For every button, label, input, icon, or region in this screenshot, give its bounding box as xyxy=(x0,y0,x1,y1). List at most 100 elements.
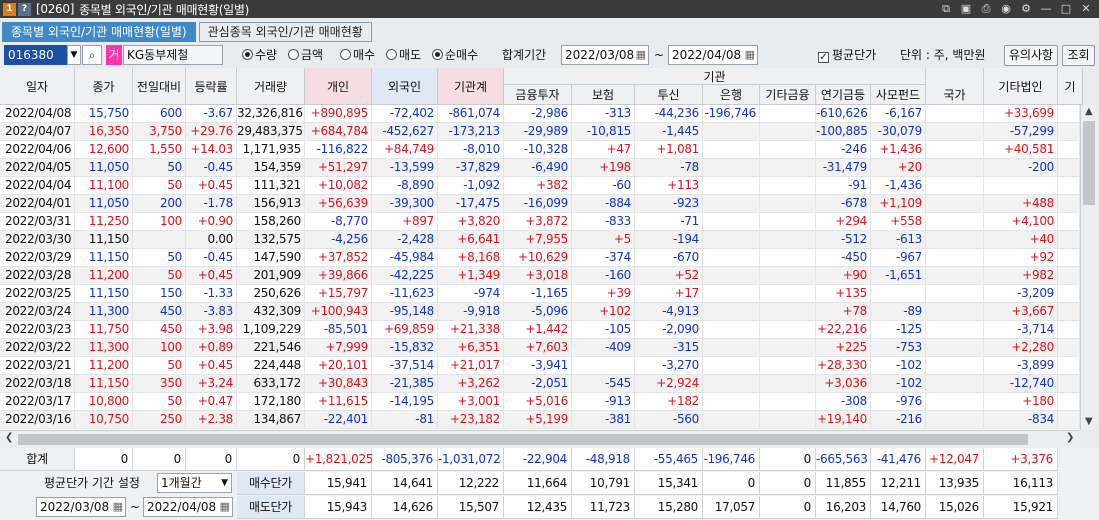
table-row[interactable]: 2022/03/30 11,150 0.00 132,575 -4,256 -2,428 +… xyxy=(0,231,1080,249)
col-foreign[interactable]: 외국인 xyxy=(372,68,438,105)
cell-individual: +684,784 xyxy=(305,123,372,141)
col-private-fund[interactable]: 사모펀드 xyxy=(871,85,926,105)
date-from-input[interactable]: 2022/03/08 ▦ xyxy=(561,45,649,65)
cell-financial-investment: -2,051 xyxy=(504,375,572,393)
col-volume[interactable]: 거래량 xyxy=(237,68,305,105)
col-other-financial[interactable]: 기타금융 xyxy=(760,85,816,105)
avg-period-select[interactable]: 1개월간 ▼ xyxy=(157,473,232,493)
scroll-right-icon[interactable]: ❯ xyxy=(1066,432,1074,443)
cell-nation xyxy=(926,303,984,321)
cell-bank xyxy=(703,249,760,267)
code-dropdown-button[interactable]: ▼ xyxy=(67,45,81,65)
query-button[interactable]: 조회 xyxy=(1062,45,1095,66)
cell-volume: 201,909 xyxy=(237,267,305,285)
col-bank[interactable]: 은행 xyxy=(703,85,760,105)
avg-date-from-input[interactable]: 2022/03/08 ▦ xyxy=(36,497,126,517)
cell-financial-investment: -2,986 xyxy=(504,105,572,123)
col-nation[interactable]: 국가 xyxy=(926,85,984,105)
link-icon[interactable]: ⧉ xyxy=(939,1,953,16)
radio-net-buy[interactable]: 순매수 xyxy=(432,47,478,63)
table-row[interactable]: 2022/03/31 11,250 100 +0.90 158,260 -8,770 +89… xyxy=(0,213,1080,231)
calendar-icon[interactable]: ▦ xyxy=(113,498,123,516)
search-icon[interactable]: ⌕ xyxy=(82,45,102,65)
stock-code-input[interactable]: 016380 xyxy=(4,45,68,65)
table-row[interactable]: 2022/03/24 11,300 450 -3.83 432,309 +100,943-… xyxy=(0,303,1080,321)
help-icon[interactable]: ? xyxy=(18,2,31,16)
horizontal-scrollbar[interactable]: ❮ ❯ xyxy=(0,430,1080,447)
col-close[interactable]: 종가 xyxy=(75,68,133,105)
cell-pension: +294 xyxy=(816,213,871,231)
table-row[interactable]: 2022/03/23 11,750 450 +3.98 1,109,229 -85,501… xyxy=(0,321,1080,339)
cell-private-fund: -125 xyxy=(871,321,926,339)
calendar-icon[interactable]: ▦ xyxy=(636,46,646,64)
radio-sell[interactable]: 매도 xyxy=(386,47,421,63)
table-row[interactable]: 2022/03/17 10,800 50 +0.47 172,180 +11,615 -14… xyxy=(0,393,1080,411)
vertical-scroll-thumb[interactable] xyxy=(1083,121,1095,205)
radio-quantity[interactable]: 수량 xyxy=(242,47,277,63)
table-row[interactable]: 2022/04/08 15,750 600 -3.67 32,326,816 +890,8… xyxy=(0,105,1080,123)
cell-nation xyxy=(926,177,984,195)
radio-amount[interactable]: 금액 xyxy=(288,47,323,63)
tab-watchlist[interactable]: 관심종목 외국인/기관 매매현황 xyxy=(198,22,372,42)
col-pension[interactable]: 연기금등 xyxy=(816,85,871,105)
tab-stock-daily[interactable]: 종목별 외국인/기관 매매현황(일별) xyxy=(2,22,196,42)
col-other-corp[interactable]: 기타법인 xyxy=(984,68,1058,105)
table-row[interactable]: 2022/04/06 12,600 1,550 +14.03 1,171,935 -116… xyxy=(0,141,1080,159)
scroll-down-icon[interactable]: ▼ xyxy=(1085,416,1093,427)
cell-private-fund: -753 xyxy=(871,339,926,357)
camera-icon[interactable]: ◉ xyxy=(999,1,1013,16)
table-row[interactable]: 2022/03/25 11,150 150 -1.33 250,626 +15,797 -1… xyxy=(0,285,1080,303)
table-row[interactable]: 2022/03/29 11,150 50 -0.45 147,590 +37,852 -45… xyxy=(0,249,1080,267)
cell-other-financial xyxy=(760,375,816,393)
minimize-icon[interactable]: — xyxy=(1039,1,1053,16)
cell-pension: -100,885 xyxy=(816,123,871,141)
horizontal-scroll-thumb[interactable] xyxy=(18,434,1028,445)
table-row[interactable]: 2022/03/28 11,200 50 +0.45 201,909 +39,866 -42… xyxy=(0,267,1080,285)
scroll-up-icon[interactable]: ▲ xyxy=(1085,106,1093,117)
cell-insurance: -409 xyxy=(572,339,635,357)
col-institution-total[interactable]: 기관계 xyxy=(438,68,504,105)
radio-on-icon xyxy=(432,49,443,60)
scroll-left-icon[interactable]: ❮ xyxy=(5,432,13,443)
col-rate[interactable]: 등락률 xyxy=(186,68,237,105)
table-row[interactable]: 2022/03/16 10,750 250 +2.38 134,867 -22,401 -8… xyxy=(0,411,1080,429)
table-row[interactable]: 2022/04/01 11,050 200 -1.78 156,913 +56,639 -3… xyxy=(0,195,1080,213)
table-row[interactable]: 2022/04/07 16,350 3,750 +29.76 29,483,375 +68… xyxy=(0,123,1080,141)
table-row[interactable]: 2022/03/21 11,200 50 +0.45 224,448 +20,101 -37… xyxy=(0,357,1080,375)
avg-price-checkbox[interactable]: ✓ 평균단가 xyxy=(818,47,876,63)
cell-close: 11,200 xyxy=(75,357,133,375)
cell-next xyxy=(1058,285,1080,303)
col-trust[interactable]: 투신 xyxy=(635,85,703,105)
cell-insurance: -833 xyxy=(572,213,635,231)
table-row[interactable]: 2022/04/05 11,050 50 -0.45 154,359 +51,297 -13… xyxy=(0,159,1080,177)
avg-date-to-input[interactable]: 2022/04/08 ▦ xyxy=(143,497,233,517)
col-individual[interactable]: 개인 xyxy=(305,68,372,105)
radio-buy[interactable]: 매수 xyxy=(340,47,375,63)
calendar-icon[interactable]: ▦ xyxy=(745,46,755,64)
title-bar: 1 ? [0260] 종목별 외국인/기관 매매현황(일별) ⧉ ▣ ⎙ ◉ ⚙… xyxy=(0,0,1099,18)
gear-icon[interactable]: ⚙ xyxy=(1019,1,1033,16)
cell-trust: -560 xyxy=(635,411,703,429)
date-to-input[interactable]: 2022/04/08 ▦ xyxy=(668,45,758,65)
save-icon[interactable]: ▣ xyxy=(959,1,973,16)
cell-change xyxy=(133,231,186,249)
calendar-icon[interactable]: ▦ xyxy=(220,498,230,516)
col-financial-investment[interactable]: 금융투자 xyxy=(504,85,572,105)
cell-other-financial xyxy=(760,195,816,213)
cell-other-corp: +982 xyxy=(984,267,1058,285)
col-insurance[interactable]: 보험 xyxy=(572,85,635,105)
col-next[interactable]: 기 xyxy=(1058,68,1083,105)
col-change[interactable]: 전일대비 xyxy=(133,68,186,105)
cell-volume: 1,171,935 xyxy=(237,141,305,159)
table-row[interactable]: 2022/03/18 11,150 350 +3.24 633,172 +30,843 -2… xyxy=(0,375,1080,393)
notice-button[interactable]: 유의사항 xyxy=(1004,45,1058,66)
vertical-scrollbar[interactable]: ▲ ▼ xyxy=(1080,105,1097,430)
table-row[interactable]: 2022/03/22 11,300 100 +0.89 221,546 +7,999 -15… xyxy=(0,339,1080,357)
table-row[interactable]: 2022/04/04 11,100 50 +0.45 111,321 +10,082 -8,… xyxy=(0,177,1080,195)
col-date[interactable]: 일자 xyxy=(0,68,75,105)
cell-private-fund: -30,079 xyxy=(871,123,926,141)
cell-trust: -1,445 xyxy=(635,123,703,141)
close-icon[interactable]: ✕ xyxy=(1079,1,1093,16)
maximize-icon[interactable]: □ xyxy=(1059,1,1073,16)
print-icon[interactable]: ⎙ xyxy=(979,1,993,16)
